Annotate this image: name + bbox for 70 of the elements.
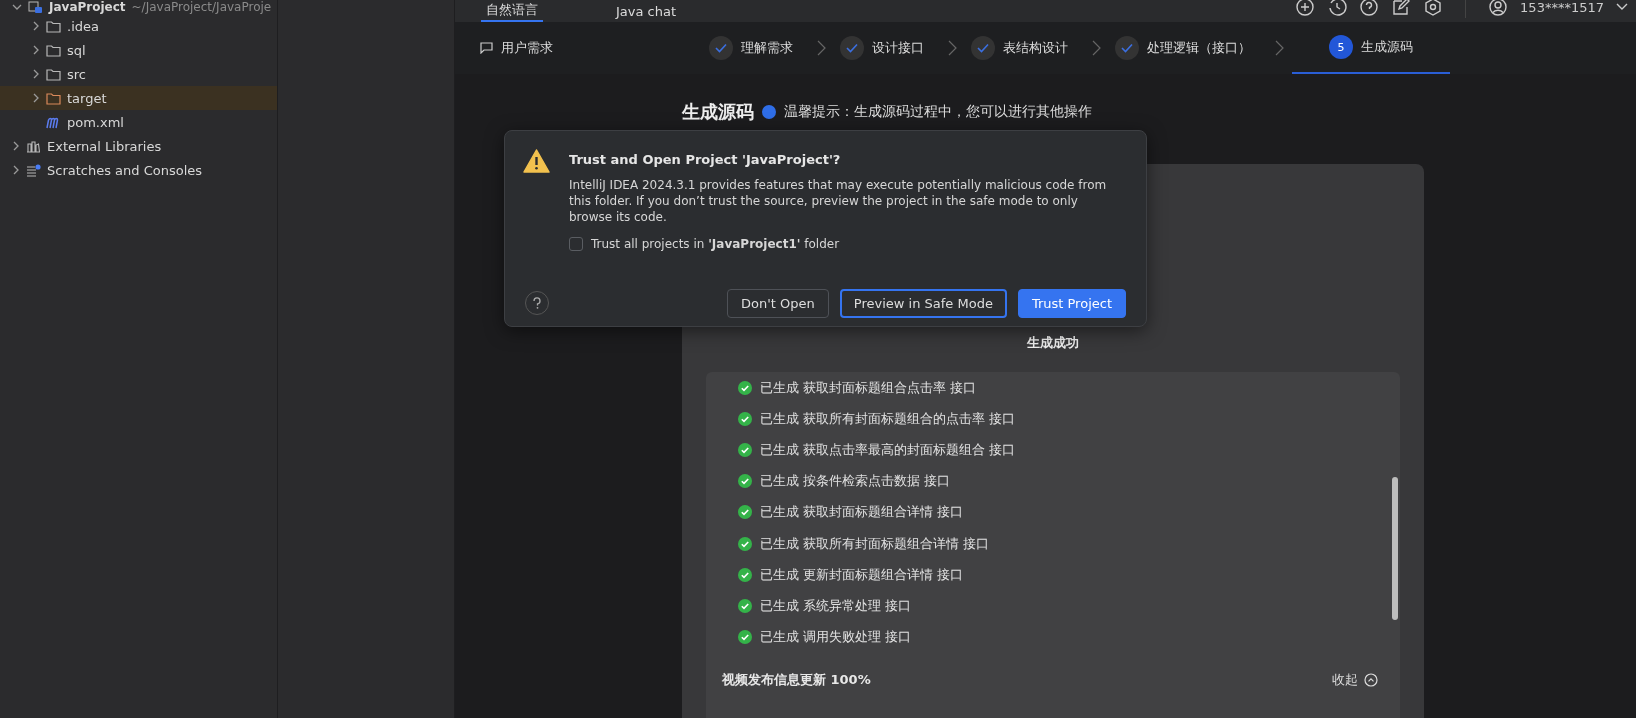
user-name[interactable]: 153****1517 <box>1520 0 1604 15</box>
checkbox[interactable] <box>569 237 583 251</box>
chevron-icon[interactable] <box>12 165 20 175</box>
dialog-button[interactable]: Preview in Safe Mode <box>839 288 1007 318</box>
result-item: 已生成 系统异常处理 接口 <box>760 596 912 615</box>
chevron-icon[interactable] <box>32 93 40 103</box>
project-name[interactable]: JavaProject <box>49 0 126 14</box>
collapse-button[interactable]: 收起 <box>1332 670 1378 689</box>
tree-item[interactable]: External Libraries <box>47 138 162 154</box>
step-number: 5 <box>1329 35 1353 59</box>
step-tab[interactable]: 设计接口 <box>840 22 924 74</box>
project-path: ~/JavaProject/JavaProje <box>131 0 272 14</box>
history-icon[interactable] <box>1327 0 1348 17</box>
dialog-title: Trust and Open Project 'JavaProject'? <box>569 152 842 167</box>
result-item: 已生成 获取所有封面标题组合的点击率 接口 <box>760 409 1016 428</box>
chevron-up-icon <box>1364 672 1378 687</box>
section-title: 生成源码 <box>682 100 754 124</box>
step-tab[interactable]: 理解需求 <box>709 22 793 74</box>
checkbox-label[interactable]: Trust all projects in 'JavaProject1' folder <box>591 237 840 251</box>
result-item: 已生成 获取封面标题组合点击率 接口 <box>760 378 977 397</box>
tab[interactable]: Java chat <box>611 0 682 22</box>
comment-icon <box>480 42 493 54</box>
chevron-icon <box>817 40 826 56</box>
folder-icon <box>46 67 61 81</box>
requirement-label[interactable]: 用户需求 <box>501 39 553 57</box>
status-text: 生成成功 <box>1026 334 1080 352</box>
scrollbar[interactable] <box>1392 477 1398 620</box>
folder-icon <box>46 43 61 57</box>
chevron-icon <box>1275 40 1284 56</box>
add-icon[interactable] <box>1295 0 1316 17</box>
result-item: 已生成 获取封面标题组合详情 接口 <box>760 503 964 522</box>
module-icon <box>28 0 43 14</box>
tree-item[interactable]: target <box>0 86 277 110</box>
dialog-button[interactable]: Don't Open <box>727 288 829 318</box>
tree-item[interactable]: sql <box>0 38 277 62</box>
tree-item[interactable]: pom.xml <box>0 110 277 134</box>
warning-icon <box>523 149 550 173</box>
info-icon <box>762 105 776 119</box>
chevron-icon <box>1092 40 1101 56</box>
tree-item[interactable]: Scratches and Consoles <box>47 162 203 178</box>
tree-item[interactable]: src <box>0 62 277 86</box>
help-icon[interactable] <box>1359 0 1380 17</box>
result-item: 已生成 获取点击率最高的封面标题组合 接口 <box>760 440 1016 459</box>
chevron-icon[interactable] <box>32 21 40 31</box>
chevron-icon[interactable] <box>32 69 40 79</box>
dropdown-icon[interactable] <box>1616 3 1628 11</box>
collapse-icon[interactable] <box>12 3 22 11</box>
step-tab[interactable]: 处理逻辑（接口） <box>1115 22 1251 74</box>
result-item: 已生成 获取所有封面标题组合详情 接口 <box>760 534 990 553</box>
group-title: 视频发布信息更新 100% <box>722 670 871 689</box>
step-tab[interactable]: 表结构设计 <box>971 22 1068 74</box>
user-icon[interactable] <box>1488 0 1509 17</box>
dialog-button[interactable]: Trust Project <box>1017 288 1126 318</box>
hint-text: 温馨提示：生成源码过程中，您可以进行其他操作 <box>784 103 1092 121</box>
chevron-icon <box>948 40 957 56</box>
result-item: 已生成 更新封面标题组合详情 接口 <box>760 565 964 584</box>
library-icon <box>26 139 41 153</box>
result-item: 已生成 调用失败处理 接口 <box>760 628 912 647</box>
edit-icon[interactable] <box>1391 0 1412 17</box>
folder-icon <box>46 19 61 33</box>
settings-icon[interactable] <box>1423 0 1444 17</box>
maven-icon <box>46 115 61 129</box>
dialog-message: IntelliJ IDEA 2024.3.1 provides features that may execute potentially malicious code from this folder. If you don’t trust the source, preview the project in the safe mode to only browse its code. <box>569 177 1108 225</box>
scratches-icon <box>26 163 41 177</box>
folder-icon <box>46 91 61 105</box>
result-item: 已生成 按条件检索点击数据 接口 <box>760 472 951 491</box>
chevron-icon[interactable] <box>32 45 40 55</box>
tree-item[interactable]: .idea <box>0 14 277 38</box>
step-tab[interactable]: 5 生成源码 <box>1292 22 1450 74</box>
chevron-icon[interactable] <box>12 141 20 151</box>
